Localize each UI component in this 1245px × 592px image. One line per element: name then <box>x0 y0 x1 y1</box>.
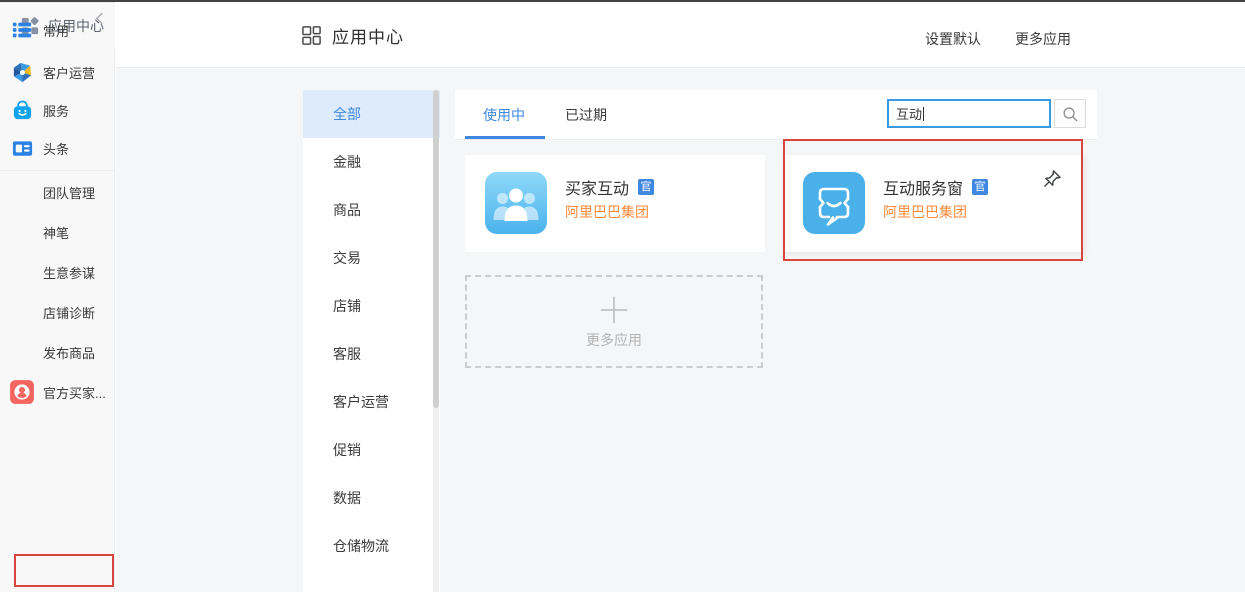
sidebar-item-label: 头条 <box>43 139 69 158</box>
category-item-shop[interactable]: 店铺 <box>303 282 440 330</box>
sidebar-item-kehuyunying[interactable]: 客户运营 <box>0 58 115 86</box>
grid-outline-icon <box>301 25 322 46</box>
more-apps-tile[interactable]: 更多应用 <box>465 275 763 368</box>
official-buyer-icon <box>9 379 35 405</box>
category-item-logistics[interactable]: 仓储物流 <box>303 522 440 570</box>
sidebar-item-label: 神笔 <box>43 223 69 242</box>
more-apps-button[interactable]: 更多应用 <box>1015 29 1071 49</box>
category-item-service[interactable]: 客服 <box>303 330 440 378</box>
sidebar-item-shengyicanmou[interactable]: 生意参谋 <box>0 258 115 286</box>
app-card-buyers-interaction[interactable]: 买家互动 官 阿里巴巴集团 <box>465 155 765 252</box>
app-window: 常用 客户运营 服务 头条 团队管理 神笔 生意参 <box>0 0 1245 592</box>
tab-in-use[interactable]: 使用中 <box>483 105 525 125</box>
sidebar-item-label: 官方买家... <box>43 383 106 402</box>
sidebar-item-shenbi[interactable]: 神笔 <box>0 218 115 246</box>
category-scrollbar-thumb[interactable] <box>433 90 439 408</box>
sidebar-item-fabushangpin[interactable]: 发布商品 <box>0 338 115 366</box>
pinwheel-icon <box>9 59 35 85</box>
sidebar-divider <box>0 170 115 171</box>
category-item-trade[interactable]: 交易 <box>303 234 440 282</box>
official-badge: 官 <box>638 179 654 195</box>
buyers-interaction-icon <box>485 172 547 234</box>
sidebar-item-label: 生意参谋 <box>43 263 95 282</box>
shopping-bag-icon <box>9 97 35 123</box>
sidebar-item-dianpuzhenduan[interactable]: 店铺诊断 <box>0 298 115 326</box>
sidebar-item-guanfangmaijia[interactable]: 官方买家... <box>0 378 115 406</box>
service-window-icon <box>803 172 865 234</box>
sidebar-item-label: 常用 <box>43 21 69 40</box>
pin-button[interactable] <box>1041 168 1063 190</box>
app-name: 买家互动 <box>565 175 629 199</box>
sidebar-item-label: 团队管理 <box>43 183 95 202</box>
app-sidebar: 常用 客户运营 服务 头条 团队管理 神笔 生意参 <box>0 2 115 592</box>
page-title: 应用中心 <box>332 23 404 48</box>
app-card-service-window[interactable]: 互动服务窗 官 阿里巴巴集团 <box>783 155 1083 252</box>
search-input-value: 互动 <box>896 104 922 123</box>
category-item-finance[interactable]: 金融 <box>303 138 440 186</box>
sidebar-item-changyong[interactable]: 常用 <box>0 16 115 44</box>
tab-expired[interactable]: 已过期 <box>565 105 607 125</box>
active-tab-underline <box>465 136 545 139</box>
app-name-row: 互动服务窗 官 <box>883 175 988 199</box>
app-vendor-link[interactable]: 阿里巴巴集团 <box>565 202 649 222</box>
search-input[interactable]: 互动 <box>887 99 1051 128</box>
app-vendor-link[interactable]: 阿里巴巴集团 <box>883 202 967 222</box>
sidebar-item-label: 店铺诊断 <box>43 303 95 322</box>
sidebar-item-toutiao[interactable]: 头条 <box>0 134 115 162</box>
page-title-group: 应用中心 <box>301 23 404 48</box>
page-header: 应用中心 设置默认 更多应用 <box>116 2 1245 68</box>
more-apps-tile-label: 更多应用 <box>586 330 642 350</box>
category-item-all[interactable]: 全部 <box>303 90 440 138</box>
app-name: 互动服务窗 <box>883 175 963 199</box>
category-item-promotion[interactable]: 促销 <box>303 426 440 474</box>
category-item-goods[interactable]: 商品 <box>303 186 440 234</box>
official-badge: 官 <box>972 179 988 195</box>
category-item-data[interactable]: 数据 <box>303 474 440 522</box>
sidebar-item-label: 发布商品 <box>43 343 95 362</box>
app-name-row: 买家互动 官 <box>565 175 654 199</box>
sidebar-item-label: 服务 <box>43 101 69 120</box>
sidebar-item-tuanduiguanli[interactable]: 团队管理 <box>0 178 115 206</box>
news-card-icon <box>9 135 35 161</box>
sidebar-item-label: 客户运营 <box>43 63 95 82</box>
plus-icon <box>598 294 630 326</box>
sidebar-item-fuwu[interactable]: 服务 <box>0 96 115 124</box>
search-icon <box>1061 105 1079 123</box>
search-button[interactable] <box>1054 99 1086 128</box>
content-area: 全部 金融 商品 交易 店铺 客服 客户运营 促销 数据 仓储物流 使用中 已过… <box>116 68 1245 592</box>
category-item-customer-ops[interactable]: 客户运营 <box>303 378 440 426</box>
list-icon <box>9 17 35 43</box>
category-panel: 全部 金融 商品 交易 店铺 客服 客户运营 促销 数据 仓储物流 <box>303 90 440 592</box>
tab-bar: 使用中 已过期 互动 <box>455 90 1097 140</box>
set-default-button[interactable]: 设置默认 <box>925 29 981 49</box>
pushpin-icon <box>1041 168 1063 190</box>
text-caret <box>923 107 924 121</box>
